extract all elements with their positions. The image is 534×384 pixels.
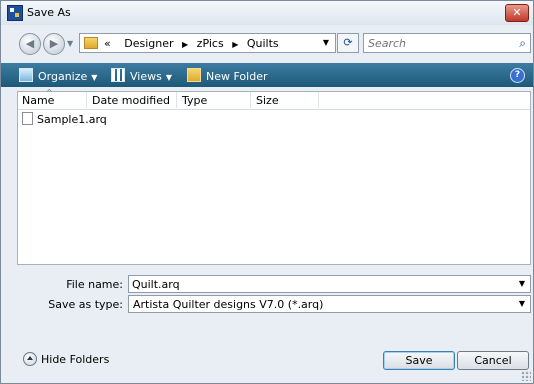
hide-folders-button[interactable]: Hide Folders xyxy=(23,352,109,366)
column-type[interactable]: Type xyxy=(182,94,207,107)
column-size[interactable]: Size xyxy=(256,94,279,107)
organize-icon xyxy=(19,68,33,82)
column-header: Name ^ Date modified Type Size xyxy=(18,88,530,110)
breadcrumb-item-zpics[interactable]: zPics xyxy=(197,37,224,50)
chevron-down-icon[interactable]: ▼ xyxy=(519,299,525,308)
forward-button[interactable]: ▶ xyxy=(43,33,65,55)
column-divider[interactable] xyxy=(86,92,87,108)
save-as-type-select[interactable]: Artista Quilter designs V7.0 (*.arq) ▼ xyxy=(128,295,531,313)
sort-ascending-icon: ^ xyxy=(46,88,53,97)
chevron-right-icon[interactable]: ▶ xyxy=(177,40,193,49)
column-date-modified[interactable]: Date modified xyxy=(92,94,170,107)
new-folder-icon xyxy=(187,68,201,82)
app-icon xyxy=(7,5,23,21)
window-title: Save As xyxy=(27,6,71,19)
breadcrumb-item-designer[interactable]: Designer xyxy=(124,37,173,50)
refresh-button[interactable]: ⟳ xyxy=(337,33,359,53)
command-toolbar: Organize ▼ Views ▼ New Folder ? xyxy=(1,63,533,87)
breadcrumb-path: « Designer ▶ zPics ▶ Quilts xyxy=(104,37,279,50)
search-box[interactable]: ⌕ xyxy=(363,33,531,53)
breadcrumb-item-quilts[interactable]: Quilts xyxy=(247,37,279,50)
file-list[interactable]: Name ^ Date modified Type Size Sample1.a… xyxy=(17,88,531,265)
save-as-dialog: Save As ✕ ◀ ▶ ▼ « Designer ▶ zPics ▶ Qui… xyxy=(0,0,534,384)
views-button[interactable]: Views ▼ xyxy=(111,68,172,83)
back-button[interactable]: ◀ xyxy=(19,33,41,55)
help-button[interactable]: ? xyxy=(510,68,525,83)
title-bar[interactable]: Save As ✕ xyxy=(1,1,533,25)
file-name-field[interactable] xyxy=(132,277,512,291)
breadcrumb-overflow[interactable]: « xyxy=(104,37,111,50)
search-input[interactable] xyxy=(368,36,508,50)
chevron-down-icon[interactable]: ▼ xyxy=(519,279,525,288)
column-divider[interactable] xyxy=(250,92,251,108)
address-row: ◀ ▶ ▼ « Designer ▶ zPics ▶ Quilts ▼ ⟳ ⌕ xyxy=(1,29,533,59)
file-name-label: File name: xyxy=(66,278,123,291)
cancel-button[interactable]: Cancel xyxy=(457,351,529,370)
views-icon xyxy=(111,68,125,82)
close-button[interactable]: ✕ xyxy=(505,4,529,22)
column-divider[interactable] xyxy=(318,92,319,108)
chevron-right-icon[interactable]: ▶ xyxy=(227,40,243,49)
file-name: Sample1.arq xyxy=(37,113,107,126)
save-as-type-value: Artista Quilter designs V7.0 (*.arq) xyxy=(133,298,324,311)
chevron-up-icon xyxy=(23,352,37,366)
breadcrumb[interactable]: « Designer ▶ zPics ▶ Quilts ▼ xyxy=(79,33,336,53)
list-item[interactable]: Sample1.arq xyxy=(22,112,107,128)
refresh-icon: ⟳ xyxy=(343,36,353,49)
save-button[interactable]: Save xyxy=(383,351,455,370)
chevron-down-icon: ▼ xyxy=(91,73,98,82)
recent-pages-dropdown-icon[interactable]: ▼ xyxy=(67,39,73,48)
chevron-down-icon: ▼ xyxy=(165,73,172,82)
save-as-type-label: Save as type: xyxy=(48,298,123,311)
file-name-combo[interactable]: ▼ xyxy=(128,275,531,293)
new-folder-button[interactable]: New Folder xyxy=(187,68,267,83)
resize-grip[interactable] xyxy=(521,371,531,381)
search-icon[interactable]: ⌕ xyxy=(519,36,526,51)
column-divider[interactable] xyxy=(176,92,177,108)
chevron-down-icon[interactable]: ▼ xyxy=(323,38,329,47)
organize-button[interactable]: Organize ▼ xyxy=(19,68,97,83)
folder-icon xyxy=(84,37,98,49)
file-icon xyxy=(22,112,33,125)
